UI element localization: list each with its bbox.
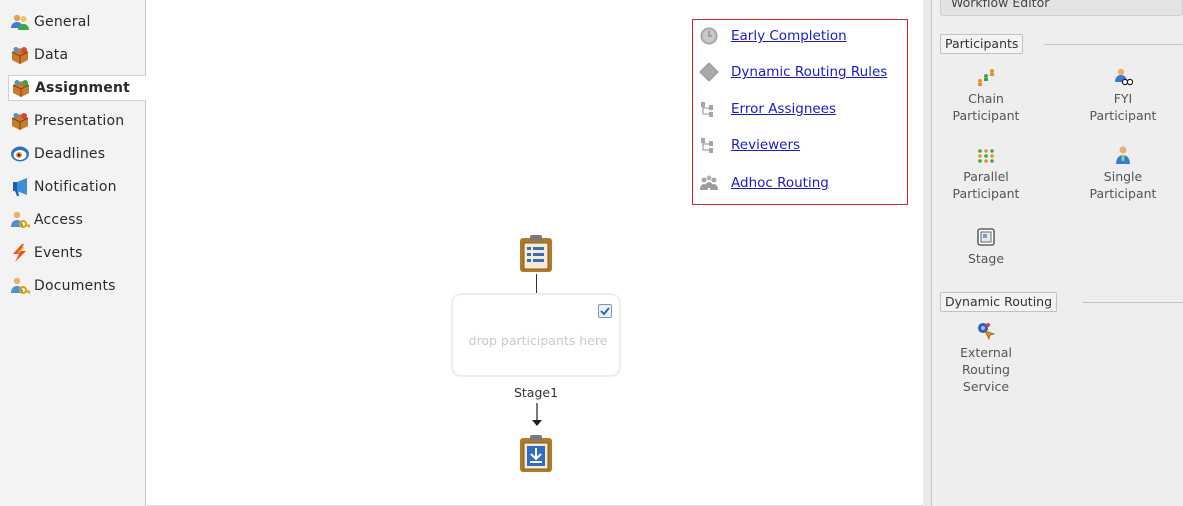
- participants-group-header[interactable]: Participants: [940, 34, 1024, 54]
- tool-label-line: Chain: [968, 91, 1004, 106]
- sidebar-item-label: General: [34, 14, 91, 30]
- group-icon: [699, 173, 719, 193]
- external-routing-service-tool[interactable]: External Routing Service: [941, 321, 1031, 395]
- fyi-icon: [1115, 68, 1133, 86]
- user-key-icon: [10, 276, 30, 296]
- early-completion-label[interactable]: Early Completion: [731, 28, 847, 44]
- users-icon: [10, 12, 30, 32]
- stage-tool[interactable]: Stage: [941, 227, 1031, 267]
- sidebar-item-access[interactable]: Access: [10, 207, 144, 233]
- sidebar-item-label: Notification: [34, 179, 117, 195]
- participants-group-label: Participants: [940, 34, 1024, 54]
- sidebar-item-data[interactable]: Data: [10, 42, 144, 68]
- package-icon: [10, 111, 30, 131]
- tool-label-line: Parallel: [963, 169, 1009, 184]
- dynamic-routing-rules-link[interactable]: Dynamic Routing Rules: [699, 61, 887, 83]
- reviewers-label[interactable]: Reviewers: [731, 137, 800, 153]
- tool-label-line: Single: [1103, 169, 1143, 184]
- single-user-icon: [1116, 146, 1130, 164]
- tool-label-line: FYI: [1113, 91, 1133, 106]
- tool-label-line: External: [960, 345, 1012, 360]
- sidebar-item-documents[interactable]: Documents: [10, 273, 144, 299]
- flow-connector: [536, 274, 537, 293]
- diamond-icon: [699, 62, 719, 82]
- tool-label-line: Participant: [952, 186, 1020, 201]
- sidebar-item-presentation[interactable]: Presentation: [10, 108, 144, 134]
- error-assignees-label[interactable]: Error Assignees: [731, 101, 836, 117]
- sidebar-item-label: Assignment: [35, 80, 131, 96]
- tool-label-line: Stage: [967, 251, 1005, 266]
- tool-label-line: Service: [962, 379, 1010, 394]
- fyi-participant-tool[interactable]: FYI Participant: [1078, 67, 1168, 124]
- sidebar-item-label: Events: [34, 245, 83, 261]
- task-end-icon[interactable]: [515, 434, 557, 474]
- chain-icon: [978, 69, 994, 86]
- lightning-icon: [10, 243, 30, 263]
- group-divider: [1083, 302, 1183, 303]
- dynamic-routing-group-label: Dynamic Routing: [940, 292, 1058, 312]
- early-completion-link[interactable]: Early Completion: [699, 25, 847, 47]
- sidebar-item-events[interactable]: Events: [10, 240, 144, 266]
- sidebar-item-label: Presentation: [34, 113, 125, 129]
- tool-label-line: Participant: [1089, 108, 1157, 123]
- component-palette: Workflow Editor Participants Chain Parti…: [932, 0, 1183, 506]
- stage-name-label: Stage1: [513, 385, 559, 400]
- sidebar-item-label: Documents: [34, 278, 116, 294]
- stage-checkbox[interactable]: [598, 304, 612, 318]
- parallel-icon: [978, 149, 994, 163]
- reviewers-link[interactable]: Reviewers: [699, 134, 800, 156]
- tool-label-line: Routing: [962, 362, 1010, 377]
- chain-participant-tool[interactable]: Chain Participant: [941, 67, 1031, 124]
- palette-title: Workflow Editor: [940, 0, 1183, 16]
- stage-drop-zone[interactable]: drop participants here: [451, 293, 621, 377]
- advanced-options-panel: Early Completion Dynamic Routing Rules E…: [692, 19, 908, 205]
- user-key-icon: [10, 210, 30, 230]
- tool-label-line: Participant: [952, 108, 1020, 123]
- group-divider: [1044, 44, 1183, 45]
- adhoc-routing-link[interactable]: Adhoc Routing: [699, 172, 829, 194]
- tool-label-line: Participant: [1089, 186, 1157, 201]
- flow-arrow: [532, 403, 542, 426]
- single-participant-tool[interactable]: Single Participant: [1078, 145, 1168, 202]
- error-assignees-link[interactable]: Error Assignees: [699, 98, 836, 120]
- sidebar: General Data Assignment Presentation Dea…: [0, 0, 146, 506]
- sidebar-item-label: Access: [34, 212, 84, 228]
- adhoc-routing-label[interactable]: Adhoc Routing: [731, 175, 829, 191]
- sidebar-item-deadlines[interactable]: Deadlines: [10, 141, 144, 167]
- package-icon: [10, 45, 30, 65]
- stage-icon: [977, 228, 995, 246]
- dynamic-routing-group-header[interactable]: Dynamic Routing: [940, 292, 1058, 312]
- panel-splitter[interactable]: [923, 0, 932, 506]
- clock-eye-icon: [10, 144, 30, 164]
- megaphone-icon: [10, 177, 30, 197]
- clock-icon: [699, 26, 719, 46]
- sidebar-item-label: Deadlines: [34, 146, 106, 162]
- dynamic-routing-rules-label[interactable]: Dynamic Routing Rules: [731, 64, 887, 80]
- parallel-participant-tool[interactable]: Parallel Participant: [941, 145, 1031, 202]
- routing-service-icon: [978, 323, 996, 341]
- sidebar-item-general[interactable]: General: [10, 9, 144, 35]
- sidebar-item-assignment[interactable]: Assignment: [8, 75, 146, 101]
- sidebar-item-notification[interactable]: Notification: [10, 174, 144, 200]
- task-start-icon[interactable]: [515, 234, 557, 274]
- package-icon: [11, 78, 31, 98]
- sidebar-item-label: Data: [34, 47, 69, 63]
- hierarchy-icon: [699, 99, 719, 119]
- hierarchy-icon: [699, 135, 719, 155]
- stage-drop-hint: drop participants here: [468, 333, 608, 348]
- check-icon: [600, 307, 610, 316]
